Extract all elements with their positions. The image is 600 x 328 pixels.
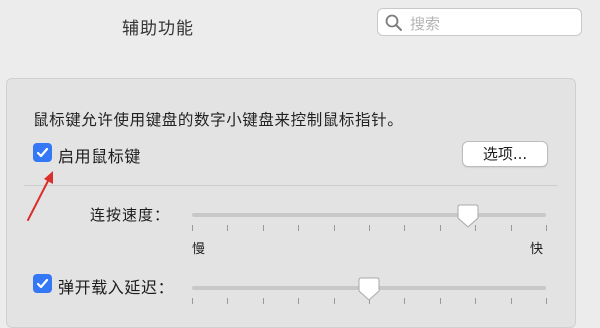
speed-min-label: 慢 [192, 242, 206, 257]
slider-tick [227, 225, 228, 231]
slider-tick [298, 298, 299, 304]
divider [24, 185, 558, 186]
slider-tick [440, 225, 441, 231]
speed-slider-track[interactable] [192, 213, 546, 217]
delay-slider-thumb[interactable] [358, 277, 380, 301]
search-field[interactable]: 搜索 [377, 8, 582, 36]
window-title: 辅助功能 [122, 19, 194, 39]
slider-tick [334, 298, 335, 304]
checkmark-icon [36, 147, 49, 158]
slider-tick [546, 225, 547, 231]
speed-slider-thumb[interactable] [457, 204, 479, 228]
mouse-keys-description: 鼠标键允许使用键盘的数字小键盘来控制鼠标指针。 [33, 111, 404, 129]
slider-tick [263, 225, 264, 231]
slider-tick [404, 225, 405, 231]
title-bar: 辅助功能 搜索 [0, 0, 600, 52]
slider-tick [440, 298, 441, 304]
slider-tick [475, 298, 476, 304]
slider-tick [334, 225, 335, 231]
slider-tick [263, 298, 264, 304]
annotation-arrow-icon [27, 171, 53, 221]
slider-tick [511, 225, 512, 231]
search-placeholder: 搜索 [410, 15, 441, 33]
options-button[interactable]: 选项... [462, 141, 548, 167]
delay-label: 弹开载入延迟： [58, 278, 175, 297]
slider-tick [511, 298, 512, 304]
enable-mouse-keys-label: 启用鼠标键 [58, 147, 142, 166]
checkmark-icon [36, 278, 49, 289]
slider-tick [192, 298, 193, 304]
delay-checkbox[interactable] [33, 274, 52, 293]
enable-mouse-keys-checkbox[interactable] [33, 143, 52, 162]
speed-max-label: 快 [530, 242, 544, 257]
slider-tick [404, 298, 405, 304]
speed-slider-label: 连按速度： [90, 206, 171, 224]
slider-tick [546, 298, 547, 304]
search-icon [385, 14, 402, 31]
slider-tick [369, 225, 370, 231]
slider-tick [192, 225, 193, 231]
slider-tick [298, 225, 299, 231]
slider-tick [227, 298, 228, 304]
